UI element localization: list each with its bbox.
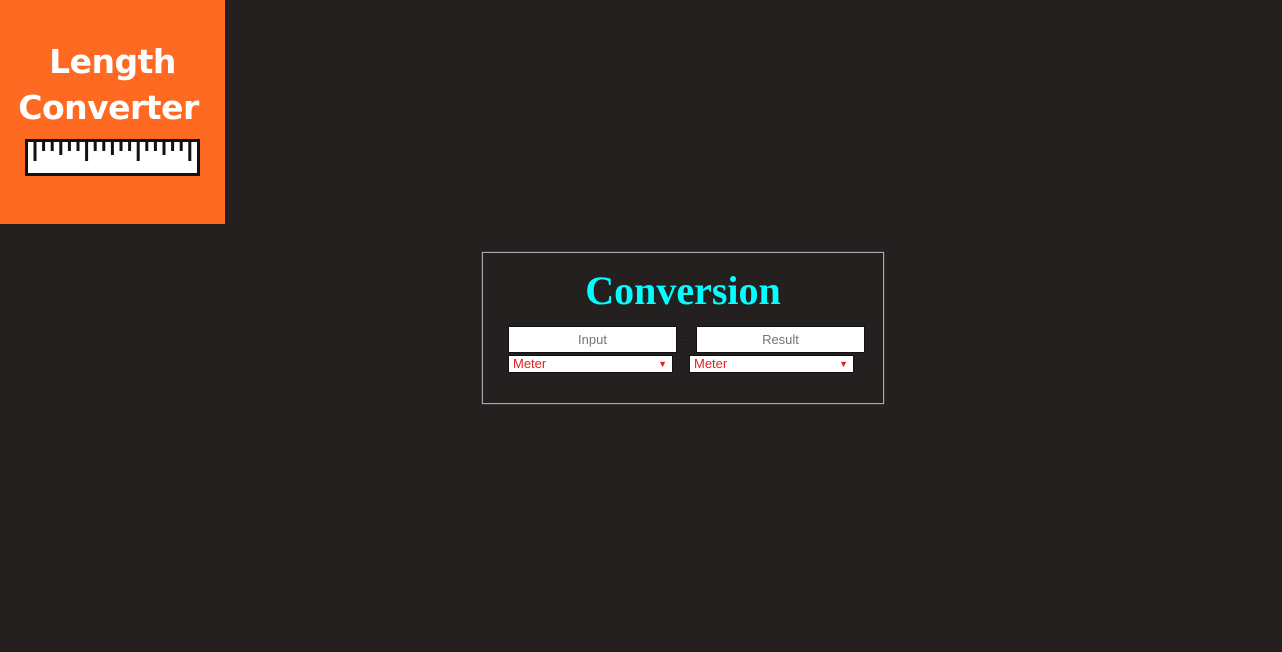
from-unit-select[interactable]: Meter ▼ <box>508 355 673 373</box>
panel-title: Conversion <box>585 268 781 313</box>
app-logo: Length Converter <box>0 0 225 224</box>
result-field[interactable] <box>696 326 865 353</box>
input-field[interactable] <box>508 326 677 353</box>
ruler-icon <box>25 139 200 176</box>
dropdown-arrow-icon: ▼ <box>839 359 848 369</box>
logo-title-converter: Converter <box>18 88 199 127</box>
logo-title-length: Length <box>49 42 176 81</box>
to-unit-select[interactable]: Meter ▼ <box>689 355 854 373</box>
to-unit-value: Meter <box>694 356 728 371</box>
equals-sign: = <box>681 332 689 347</box>
conversion-panel: Conversion = Meter ▼ Meter ▼ <box>482 252 884 404</box>
dropdown-arrow-icon: ▼ <box>658 359 667 369</box>
from-unit-value: Meter <box>513 356 547 371</box>
